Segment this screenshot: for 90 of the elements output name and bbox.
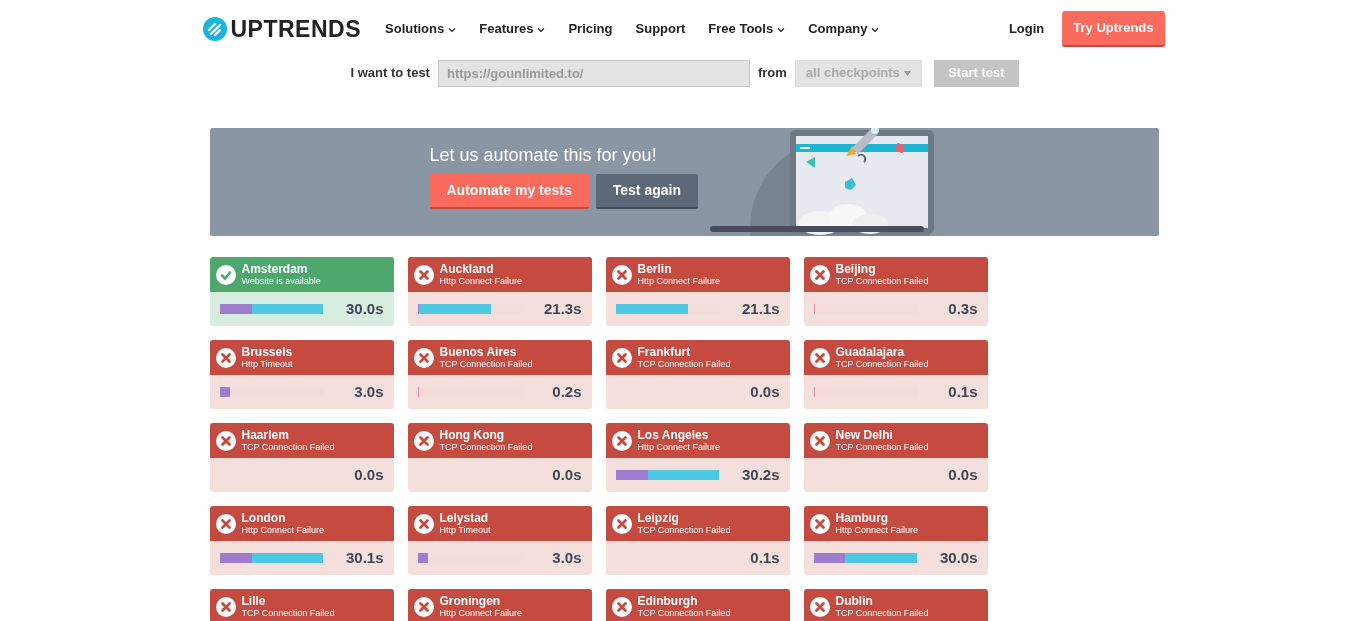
status-message: Http Timeout bbox=[241, 358, 293, 370]
check-icon bbox=[215, 264, 236, 285]
status-message: TCP Connection Failed bbox=[241, 441, 335, 453]
city-name: Buenos Aires bbox=[439, 345, 518, 359]
status-message: Http Connect Failure bbox=[637, 275, 721, 287]
city-name: Lelystad bbox=[439, 511, 490, 525]
nav-link[interactable]: Free Tools bbox=[708, 19, 786, 39]
city-name: Guadalajara bbox=[835, 345, 906, 359]
city-name: Hong Kong bbox=[439, 428, 506, 442]
city-name: Los Angeles bbox=[637, 428, 710, 442]
response-time: 3.0s bbox=[354, 381, 384, 402]
status-message: TCP Connection Failed bbox=[241, 607, 335, 619]
from-label: from bbox=[757, 64, 787, 83]
status-message: Http Connect Failure bbox=[439, 275, 523, 287]
city-name: New Delhi bbox=[835, 428, 894, 442]
status-message: TCP Connection Failed bbox=[439, 441, 533, 453]
nav-link[interactable]: Support bbox=[635, 19, 686, 39]
error-icon bbox=[215, 596, 236, 617]
city-name: Frankfurt bbox=[637, 345, 692, 359]
nav-link[interactable]: Company bbox=[808, 19, 880, 39]
city-name: Haarlem bbox=[241, 428, 290, 442]
url-label: I want to test bbox=[350, 64, 430, 83]
error-icon bbox=[611, 430, 632, 451]
status-message: TCP Connection Failed bbox=[835, 275, 929, 287]
status-message: Website is available bbox=[241, 275, 321, 287]
city-name: London bbox=[241, 511, 287, 525]
city-name: Auckland bbox=[439, 262, 495, 276]
city-name: Dublin bbox=[835, 594, 874, 608]
error-icon bbox=[809, 430, 830, 451]
response-time: 30.2s bbox=[741, 464, 780, 485]
error-icon bbox=[611, 264, 632, 285]
status-message: TCP Connection Failed bbox=[637, 607, 731, 619]
error-icon bbox=[215, 430, 236, 451]
status-message: Http Timeout bbox=[439, 524, 491, 536]
city-name: Leipzig bbox=[637, 511, 680, 525]
response-time: 0.0s bbox=[354, 464, 384, 485]
dropdown-arrow-icon bbox=[903, 70, 911, 76]
status-message: Http Connect Failure bbox=[439, 607, 523, 619]
response-time: 21.1s bbox=[741, 298, 780, 319]
logo-icon bbox=[202, 17, 227, 41]
error-icon bbox=[611, 347, 632, 368]
banner-text: Let us automate this for you! bbox=[429, 144, 658, 167]
response-time: 0.0s bbox=[552, 464, 582, 485]
error-icon bbox=[809, 347, 830, 368]
response-time: 0.0s bbox=[750, 381, 780, 402]
status-message: Http Connect Failure bbox=[241, 524, 325, 536]
error-icon bbox=[809, 513, 830, 534]
error-icon bbox=[413, 596, 434, 617]
nav-link[interactable]: Features bbox=[479, 19, 546, 39]
city-name: Berlin bbox=[637, 262, 673, 276]
city-name: Hamburg bbox=[835, 511, 890, 525]
status-message: TCP Connection Failed bbox=[439, 358, 533, 370]
nav-link[interactable]: Solutions bbox=[385, 19, 457, 39]
response-time: 30.1s bbox=[345, 547, 384, 568]
response-time: 30.0s bbox=[939, 547, 978, 568]
error-icon bbox=[611, 596, 632, 617]
error-icon bbox=[809, 264, 830, 285]
response-time: 0.3s bbox=[948, 298, 978, 319]
response-time: 21.3s bbox=[543, 298, 582, 319]
error-icon bbox=[413, 513, 434, 534]
error-icon bbox=[215, 347, 236, 368]
login-link[interactable]: Login bbox=[1008, 19, 1045, 39]
response-time: 0.2s bbox=[552, 381, 582, 402]
response-time: 0.0s bbox=[948, 464, 978, 485]
city-name: Beijing bbox=[835, 262, 877, 276]
status-message: Http Connect Failure bbox=[835, 524, 919, 536]
test-again-button[interactable]: Test again bbox=[595, 174, 698, 209]
city-name: Edinburgh bbox=[637, 594, 699, 608]
status-message: TCP Connection Failed bbox=[835, 607, 929, 619]
error-icon bbox=[809, 596, 830, 617]
error-icon bbox=[413, 264, 434, 285]
city-name: Amsterdam bbox=[241, 262, 309, 276]
error-icon bbox=[413, 430, 434, 451]
logo-text[interactable]: UPTRENDS bbox=[230, 11, 361, 47]
response-time: 0.1s bbox=[948, 381, 978, 402]
status-message: TCP Connection Failed bbox=[637, 524, 731, 536]
nav-link[interactable]: Pricing bbox=[568, 19, 613, 39]
status-message: TCP Connection Failed bbox=[835, 358, 929, 370]
error-icon bbox=[611, 513, 632, 534]
city-name: Lille bbox=[241, 594, 267, 608]
error-icon bbox=[413, 347, 434, 368]
error-icon bbox=[215, 513, 236, 534]
response-time: 30.0s bbox=[345, 298, 384, 319]
city-name: Groningen bbox=[439, 594, 502, 608]
status-message: TCP Connection Failed bbox=[835, 441, 929, 453]
response-time: 3.0s bbox=[552, 547, 582, 568]
city-name: Brussels bbox=[241, 345, 293, 359]
response-time: 0.1s bbox=[750, 547, 780, 568]
status-message: Http Connect Failure bbox=[637, 441, 721, 453]
status-message: TCP Connection Failed bbox=[637, 358, 731, 370]
